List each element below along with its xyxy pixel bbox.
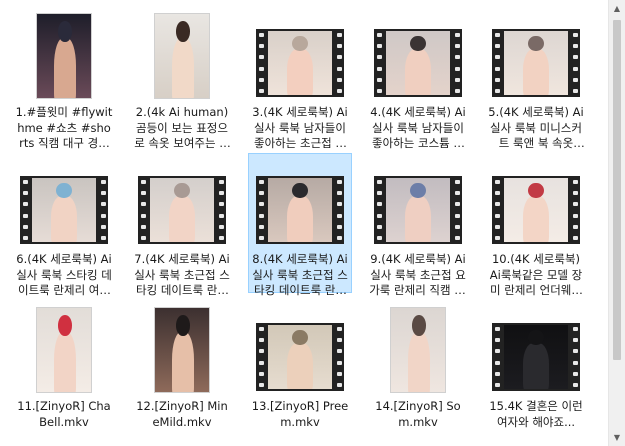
- film-strip-icon: [492, 323, 580, 391]
- video-file-item[interactable]: 13.[ZinyoR] Preem.mkv: [248, 300, 352, 440]
- file-name-label: 13.[ZinyoR] Preem.mkv: [251, 399, 349, 429]
- video-thumbnail: [154, 307, 210, 393]
- video-file-item[interactable]: 15.4K 결혼은 이런 여자와 해야죠...: [484, 300, 588, 440]
- video-thumbnail: [374, 13, 462, 99]
- video-thumbnail: [492, 307, 580, 393]
- video-thumbnail: [36, 13, 92, 99]
- video-file-item[interactable]: 5.(4K 세로룩북) Ai 실사 룩북 미니스커트 룩앤 북 속옷 룩...: [484, 6, 588, 150]
- video-file-item[interactable]: 9.(4K 세로룩북) Ai 실사 룩북 초근접 요가룩 란제리 직캠 Yoga…: [366, 153, 470, 297]
- video-file-item[interactable]: 2.(4k Ai human) 곰등이 보는 표정으로 속옷 보여주는 룩북 1…: [130, 6, 234, 150]
- film-strip-icon: [492, 176, 580, 244]
- file-name-label: 1.#플윗미 #flywithme #쇼츠 #shorts 직캠 대구 경일대학…: [15, 105, 113, 150]
- video-file-item[interactable]: 1.#플윗미 #flywithme #쇼츠 #shorts 직캠 대구 경일대학…: [12, 6, 116, 150]
- film-strip-icon: [138, 176, 226, 244]
- video-thumbnail: [36, 307, 92, 393]
- file-name-label: 10.(4K 세로룩북) Ai룩북같은 모델 장미 란제리 언더웨어 룩북 직캠…: [489, 252, 583, 297]
- video-thumbnail: [492, 160, 580, 246]
- file-name-label: 12.[ZinyoR] MineMild.mkv: [136, 399, 228, 429]
- film-strip-icon: [256, 29, 344, 97]
- scroll-up-arrow-icon[interactable]: ▲: [609, 0, 625, 17]
- video-thumbnail: [256, 307, 344, 393]
- film-strip-icon: [256, 176, 344, 244]
- video-thumbnail: [154, 13, 210, 99]
- video-thumbnail: [20, 160, 108, 246]
- file-name-label: 6.(4K 세로룩북) Ai 실사 룩북 스타킹 데이트룩 란제리 여친룩 bi…: [16, 252, 112, 297]
- file-name-label: 4.(4K 세로룩북) Ai 실사 룩북 남자들이 좋아하는 코스튬 바디수..…: [370, 105, 466, 150]
- video-file-item[interactable]: 14.[ZinyoR] Som.mkv: [366, 300, 470, 440]
- film-strip-icon: [374, 176, 462, 244]
- vertical-scrollbar[interactable]: ▲ ▼: [608, 0, 625, 446]
- video-file-item[interactable]: 7.(4K 세로룩북) Ai 실사 룩북 초근접 스타킹 데이트룩 란제리 룩.…: [130, 153, 234, 297]
- file-name-label: 7.(4K 세로룩북) Ai 실사 룩북 초근접 스타킹 데이트룩 란제리 룩.…: [134, 252, 230, 297]
- video-thumbnail: [492, 13, 580, 99]
- video-file-item[interactable]: 8.(4K 세로룩북) Ai 실사 룩북 초근접 스타킹 데이트룩 란제리 룩.…: [248, 153, 352, 297]
- video-thumbnail: [374, 160, 462, 246]
- file-name-label: 5.(4K 세로룩북) Ai 실사 룩북 미니스커트 룩앤 북 속옷 룩...: [488, 105, 584, 150]
- file-name-label: 8.(4K 세로룩북) Ai 실사 룩북 초근접 스타킹 데이트룩 란제리 룩.…: [252, 252, 348, 297]
- video-file-item[interactable]: 12.[ZinyoR] MineMild.mkv: [130, 300, 234, 440]
- video-file-item[interactable]: 3.(4K 세로룩북) Ai 실사 룩북 남자들이 좋아하는 초근접 룩북 li…: [248, 6, 352, 150]
- file-name-label: 15.4K 결혼은 이런 여자와 해야죠...: [489, 399, 583, 429]
- file-name-label: 3.(4K 세로룩북) Ai 실사 룩북 남자들이 좋아하는 초근접 룩북 li…: [252, 105, 348, 150]
- video-file-item[interactable]: 11.[ZinyoR] ChaBell.mkv: [12, 300, 116, 440]
- video-thumbnail: [256, 160, 344, 246]
- film-strip-icon: [256, 323, 344, 391]
- video-thumbnail: [256, 13, 344, 99]
- film-strip-icon: [374, 29, 462, 97]
- video-file-item[interactable]: 4.(4K 세로룩북) Ai 실사 룩북 남자들이 좋아하는 코스튬 바디수..…: [366, 6, 470, 150]
- video-thumbnail: [138, 160, 226, 246]
- file-name-label: 11.[ZinyoR] ChaBell.mkv: [17, 399, 111, 429]
- scrollbar-thumb[interactable]: [613, 20, 621, 360]
- video-thumbnail: [390, 307, 446, 393]
- file-name-label: 9.(4K 세로룩북) Ai 실사 룩북 초근접 요가룩 란제리 직캠 Yoga…: [369, 252, 467, 297]
- video-file-item[interactable]: 6.(4K 세로룩북) Ai 실사 룩북 스타킹 데이트룩 란제리 여친룩 bi…: [12, 153, 116, 297]
- film-strip-icon: [492, 29, 580, 97]
- film-strip-icon: [20, 176, 108, 244]
- scroll-down-arrow-icon[interactable]: ▼: [609, 429, 625, 446]
- file-grid: 1.#플윗미 #flywithme #쇼츠 #shorts 직캠 대구 경일대학…: [0, 0, 609, 446]
- video-file-item[interactable]: 10.(4K 세로룩북) Ai룩북같은 모델 장미 란제리 언더웨어 룩북 직캠…: [484, 153, 588, 297]
- file-name-label: 2.(4k Ai human) 곰등이 보는 표정으로 속옷 보여주는 룩북 1…: [134, 105, 230, 150]
- file-name-label: 14.[ZinyoR] Som.mkv: [375, 399, 461, 429]
